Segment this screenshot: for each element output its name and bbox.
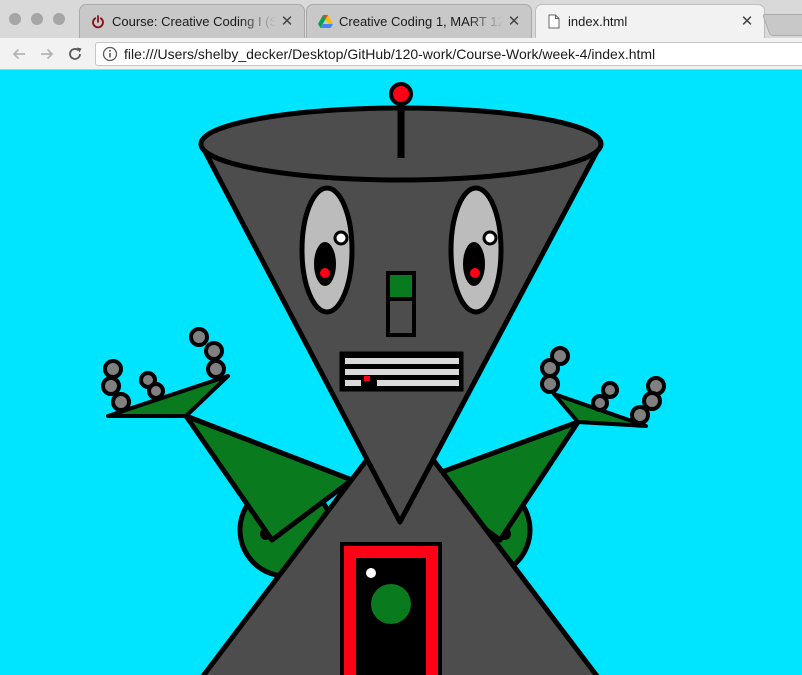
tab-title: index.html: [568, 14, 628, 29]
close-icon[interactable]: ✕: [740, 14, 754, 29]
browser-toolbar: file:///Users/shelby_decker/Desktop/GitH…: [0, 38, 802, 70]
right-iris-dot: [470, 268, 480, 278]
info-icon[interactable]: [102, 46, 118, 62]
robot-canvas: [101, 82, 666, 675]
antenna-bulb: [389, 82, 413, 106]
mouth-bar: [377, 380, 459, 386]
left-eye-highlight: [333, 230, 349, 246]
document-icon: [546, 14, 562, 30]
reload-icon[interactable]: [65, 45, 85, 63]
tab-creative-coding-mart[interactable]: Creative Coding 1, MART 120 ( ✕: [306, 4, 532, 38]
google-drive-icon: [317, 14, 333, 30]
mouth-light: [364, 376, 370, 381]
close-icon[interactable]: ✕: [280, 14, 294, 29]
nose-bottom: [386, 297, 416, 337]
close-dot-icon[interactable]: [9, 13, 21, 25]
right-eye-highlight: [482, 230, 498, 246]
nose-top: [386, 271, 416, 301]
url-text: file:///Users/shelby_decker/Desktop/GitH…: [124, 46, 656, 62]
chest-button: [371, 584, 411, 624]
new-tab-button[interactable]: [761, 14, 802, 36]
mouth-bar: [345, 369, 459, 375]
zoom-dot-icon[interactable]: [53, 13, 65, 25]
address-bar[interactable]: file:///Users/shelby_decker/Desktop/GitH…: [95, 42, 802, 66]
minimize-dot-icon[interactable]: [31, 13, 43, 25]
tab-index-html[interactable]: index.html ✕: [535, 4, 765, 38]
arrow-left-icon[interactable]: [9, 45, 29, 63]
power-icon: [90, 14, 106, 30]
tab-title: Creative Coding 1, MART 120 (: [339, 14, 503, 29]
left-iris-dot: [320, 268, 330, 278]
page-viewport: [0, 70, 802, 675]
arrow-right-icon[interactable]: [37, 45, 57, 63]
tab-title: Course: Creative Coding I (Sec: [112, 14, 276, 29]
tab-course-creative-coding[interactable]: Course: Creative Coding I (Sec ✕: [79, 4, 305, 38]
close-icon[interactable]: ✕: [507, 14, 521, 29]
mouth-bar: [345, 380, 361, 386]
tab-strip: Course: Creative Coding I (Sec ✕ Creativ…: [0, 0, 802, 38]
mouth-bar: [345, 358, 459, 364]
left-pupil: [314, 242, 336, 286]
chest-highlight: [366, 568, 376, 578]
right-pupil: [463, 242, 485, 286]
